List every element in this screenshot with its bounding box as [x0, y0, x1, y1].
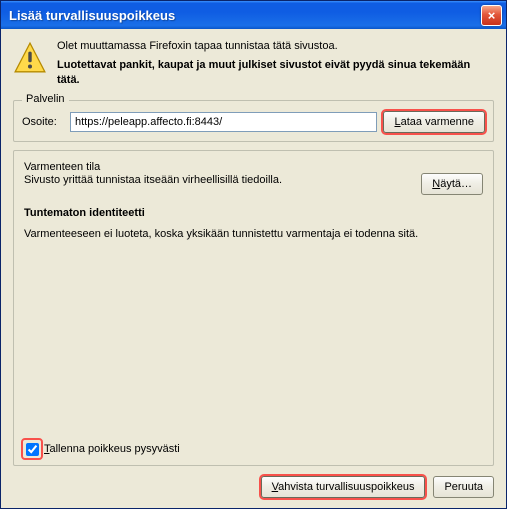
save-permanently-label: Tallenna poikkeus pysyvästi	[44, 443, 180, 455]
warning-icon	[13, 41, 47, 75]
titlebar: Lisää turvallisuuspoikkeus ×	[1, 1, 506, 29]
view-certificate-button[interactable]: Näytä…	[421, 173, 483, 195]
server-fieldset: Palvelin Osoite: Lataa varmenne	[13, 100, 494, 142]
address-label: Osoite:	[22, 116, 64, 128]
confirm-exception-button[interactable]: Vahvista turvallisuuspoikkeus	[261, 476, 426, 498]
window-title: Lisää turvallisuuspoikkeus	[9, 8, 481, 23]
server-legend: Palvelin	[22, 93, 69, 105]
fetch-certificate-button[interactable]: Lataa varmenne	[383, 111, 485, 133]
save-permanently-row: Tallenna poikkeus pysyvästi	[24, 441, 483, 457]
intro-line2: Luotettavat pankit, kaupat ja muut julki…	[57, 58, 494, 88]
dialog-footer: Vahvista turvallisuuspoikkeus Peruuta	[13, 466, 494, 498]
certificate-status-line: Sivusto yrittää tunnistaa itseään virhee…	[24, 173, 413, 188]
intro-section: Olet muuttamassa Firefoxin tapaa tunnist…	[13, 39, 494, 88]
save-permanently-checkbox[interactable]	[26, 443, 39, 456]
dialog-content: Olet muuttamassa Firefoxin tapaa tunnist…	[1, 29, 506, 508]
address-input[interactable]	[70, 112, 377, 132]
certificate-legend: Varmenteen tila	[24, 161, 483, 173]
close-icon: ×	[488, 8, 496, 23]
intro-line1: Olet muuttamassa Firefoxin tapaa tunnist…	[57, 39, 494, 54]
intro-text: Olet muuttamassa Firefoxin tapaa tunnist…	[57, 39, 494, 88]
certificate-heading: Tuntematon identiteetti	[24, 207, 483, 219]
dialog-window: Lisää turvallisuuspoikkeus × Olet muutta…	[0, 0, 507, 509]
certificate-fieldset: Varmenteen tila Sivusto yrittää tunnista…	[13, 150, 494, 466]
cancel-button[interactable]: Peruuta	[433, 476, 494, 498]
close-button[interactable]: ×	[481, 5, 502, 26]
certificate-body: Varmenteeseen ei luoteta, koska yksikään…	[24, 227, 483, 242]
